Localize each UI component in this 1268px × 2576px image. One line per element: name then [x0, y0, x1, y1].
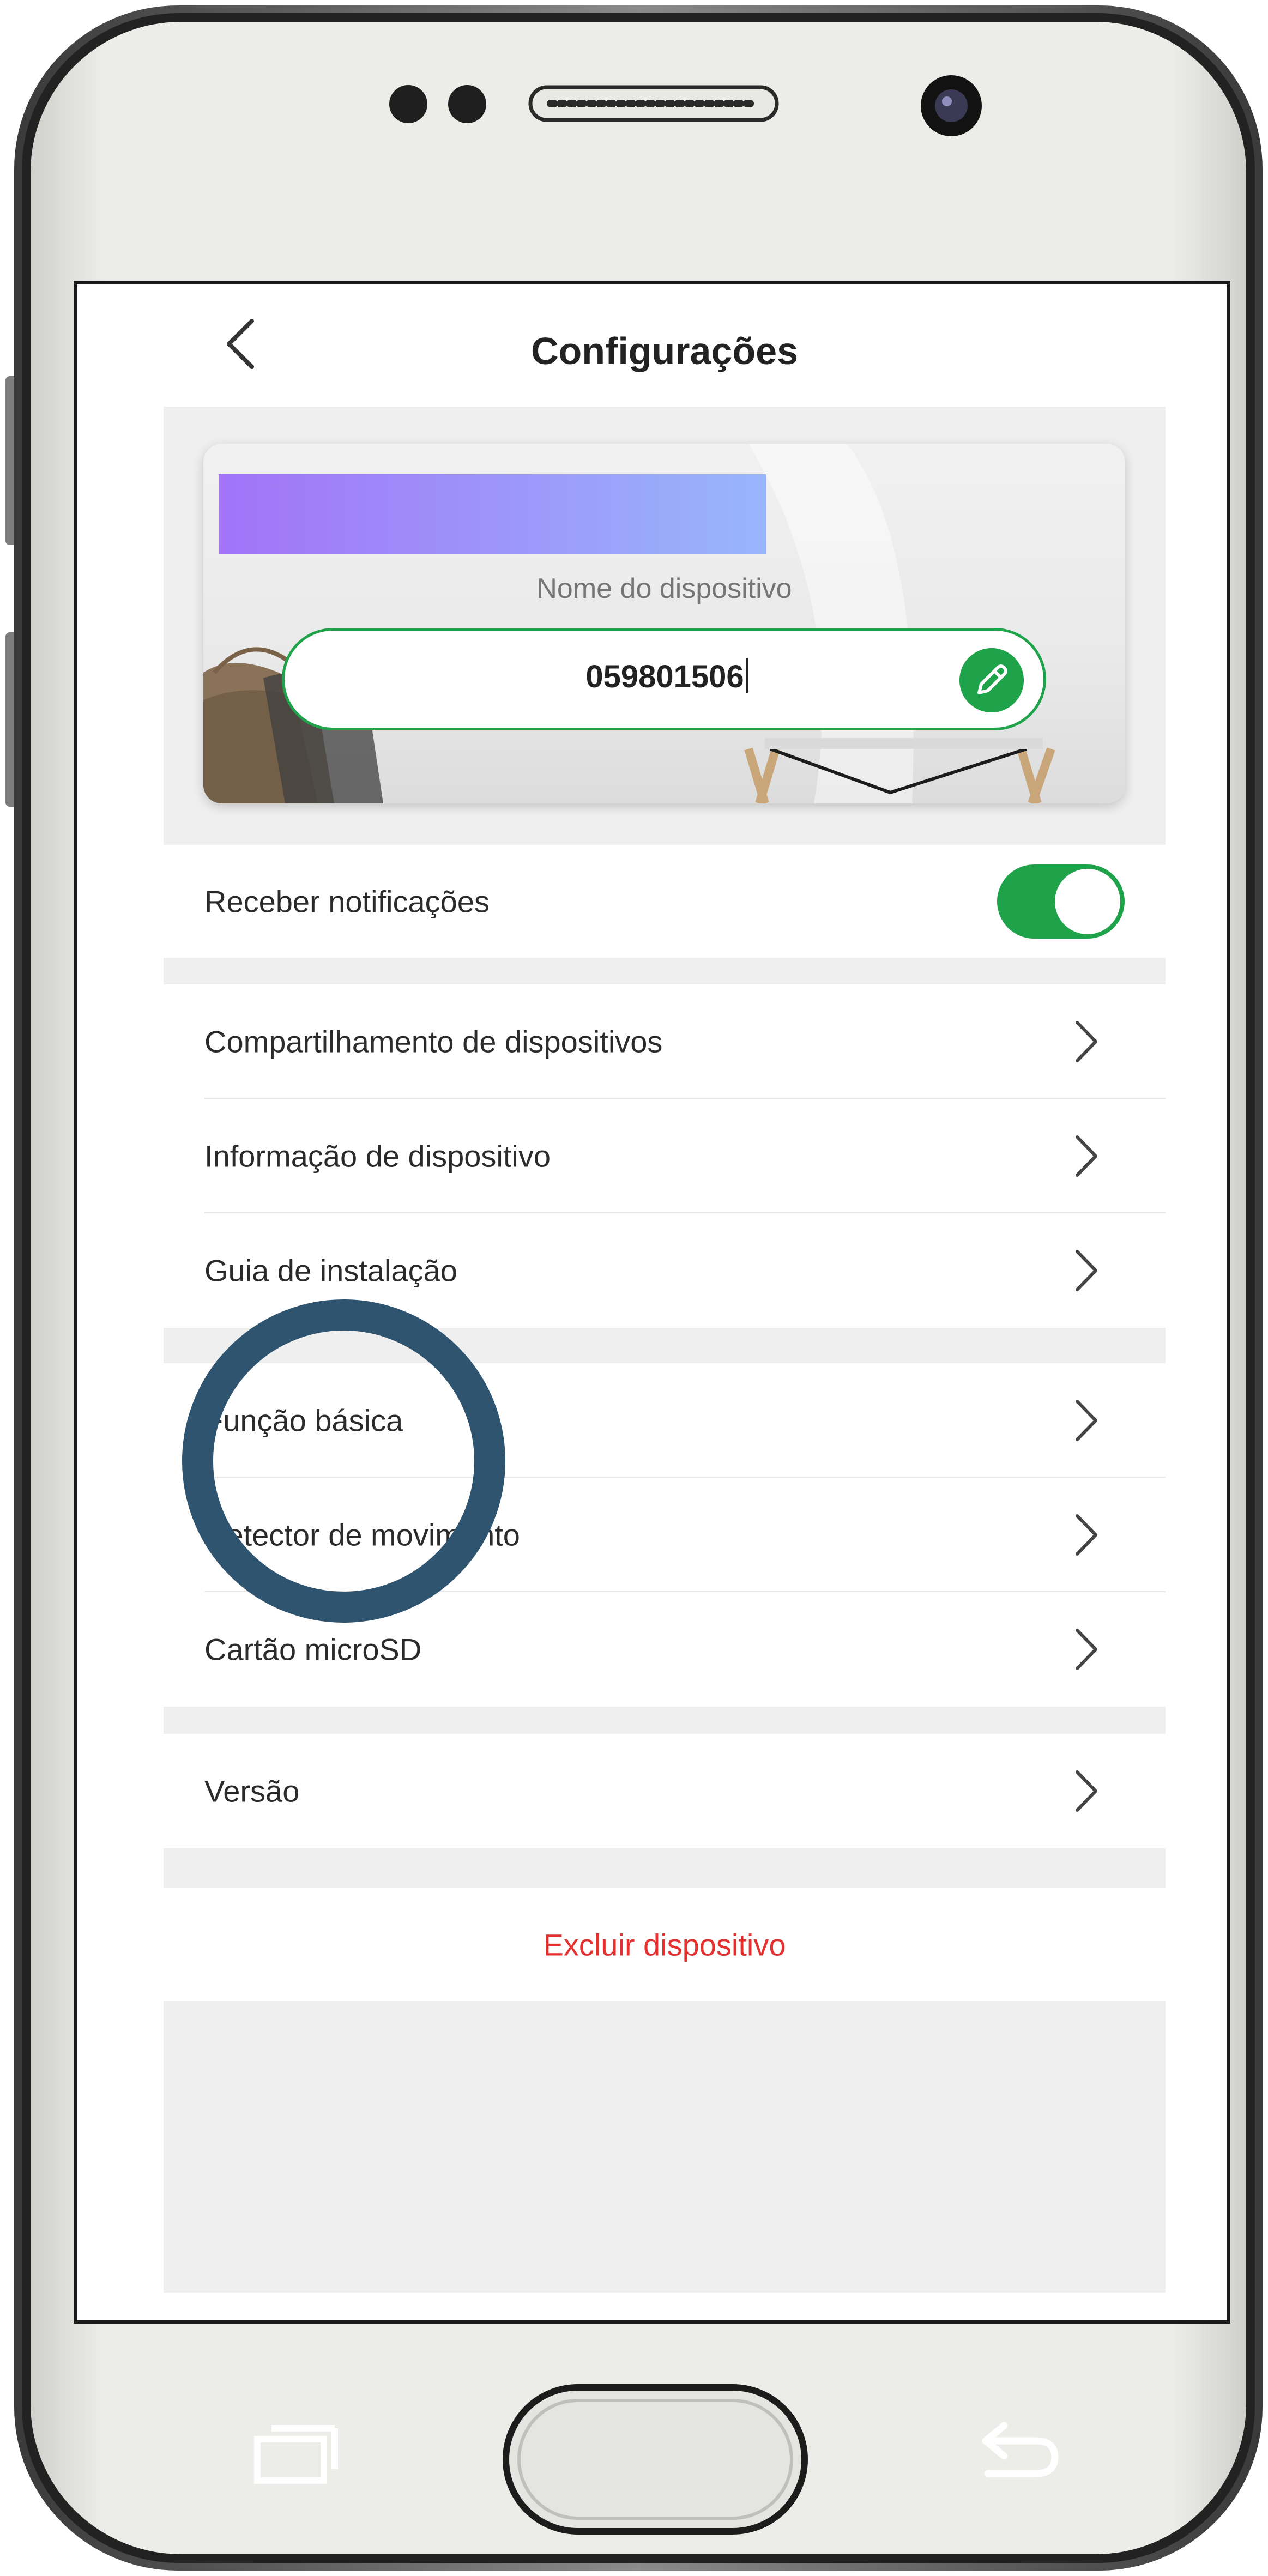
- home-button: [503, 2384, 808, 2535]
- device-name-value[interactable]: 059801506: [585, 659, 744, 694]
- chevron-right-icon: [1076, 1770, 1097, 1812]
- pencil-icon[interactable]: [959, 648, 1024, 712]
- app-screen: Configurações Nome do dispositivo 059801…: [74, 281, 1230, 2324]
- card-color-banner: [219, 474, 766, 554]
- row-label: Guia de instalação: [204, 1253, 457, 1288]
- notifications-label: Receber notificações: [204, 884, 490, 918]
- row-label: Versão: [204, 1774, 300, 1809]
- chevron-right-icon: [1076, 1514, 1097, 1556]
- text-caret: [745, 658, 748, 693]
- chevron-right-icon: [1076, 1250, 1097, 1291]
- page-title: Configurações: [530, 330, 799, 372]
- delete-device-button[interactable]: Excluir dispositivo: [164, 1927, 1166, 1963]
- toggle-knob: [1055, 868, 1120, 934]
- sensor-icon: [448, 85, 486, 123]
- list-item-device-info[interactable]: Informação de dispositivo: [164, 1099, 1166, 1213]
- top-bar: Configurações: [164, 284, 1166, 407]
- highlight-circle: [182, 1299, 505, 1623]
- row-label: Cartão microSD: [204, 1632, 422, 1667]
- sensor-icon: [389, 85, 427, 123]
- delete-device-row[interactable]: Excluir dispositivo: [164, 1888, 1166, 2001]
- chevron-right-icon: [1076, 1629, 1097, 1670]
- chevron-right-icon: [1076, 1400, 1097, 1441]
- notifications-toggle[interactable]: [997, 864, 1125, 939]
- device-card: Nome do dispositivo 059801506: [203, 444, 1125, 803]
- row-label: Informação de dispositivo: [204, 1139, 551, 1174]
- device-card-section: Nome do dispositivo 059801506: [164, 407, 1166, 845]
- row-label: Compartilhamento de dispositivos: [204, 1024, 663, 1059]
- list-item-version[interactable]: Versão: [164, 1734, 1166, 1848]
- list-item-device-sharing[interactable]: Compartilhamento de dispositivos: [164, 984, 1166, 1099]
- notifications-row: Receber notificações: [164, 845, 1166, 958]
- device-name-label: Nome do dispositivo: [536, 573, 792, 604]
- chevron-right-icon: [1076, 1135, 1097, 1177]
- chevron-right-icon: [1076, 1021, 1097, 1062]
- device-name-field[interactable]: 059801506: [282, 628, 1046, 730]
